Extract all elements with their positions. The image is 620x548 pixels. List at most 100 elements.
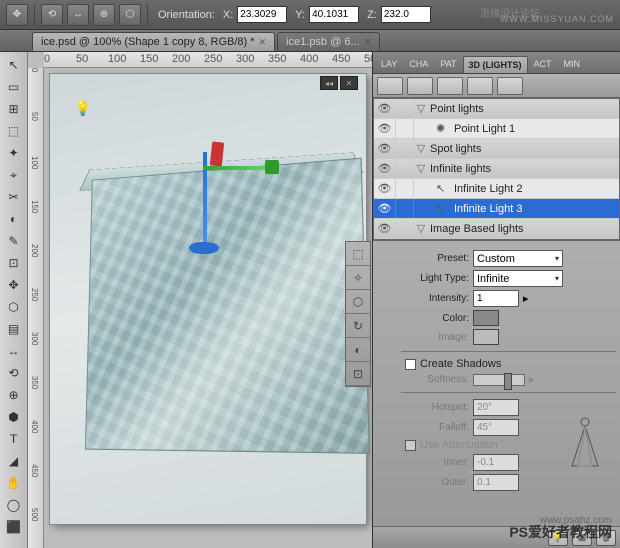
hotspot-input: 20°	[473, 399, 519, 416]
x-label: X:	[223, 9, 233, 21]
tools-palette: ↖▭⊞⬚✦⌖✂◐✎⊡✥⬡▤↔⟲⊕⬢T◢✋◯⬛	[0, 52, 28, 548]
image-swatch	[473, 329, 499, 345]
light-type-icon: ↖	[436, 202, 450, 215]
lights-scene-list[interactable]: 👁▽Point lights👁✺Point Light 1👁▽Spot ligh…	[373, 98, 620, 240]
tool-2[interactable]: ⊞	[2, 98, 26, 120]
doc-tab-1[interactable]: ice1.psb @ 6...✕	[277, 32, 380, 51]
light-side-tools: ⬚✧⬡↻◐⊡	[345, 241, 371, 387]
y-value[interactable]: 40.1031	[309, 6, 359, 23]
sub-btn-3[interactable]	[437, 77, 463, 95]
watermark-bottom: PS爱好者教程网	[509, 522, 612, 542]
tool-10[interactable]: ✥	[2, 274, 26, 296]
panel-tab-cha[interactable]: CHA	[403, 55, 434, 73]
disclosure-triangle-icon[interactable]: ▽	[414, 142, 428, 155]
mode-icon-1[interactable]: ⟲	[41, 4, 63, 26]
visibility-eye-icon[interactable]: 👁	[374, 99, 396, 118]
light-row-2[interactable]: 👁 ▽Spot lights	[374, 139, 619, 159]
light-row-0[interactable]: 👁▽Point lights	[374, 99, 619, 119]
document-canvas[interactable]: ◂◂ ✕ 💡	[50, 74, 366, 524]
tool-9[interactable]: ⊡	[2, 252, 26, 274]
light-row-1[interactable]: 👁✺Point Light 1	[374, 119, 619, 139]
panel-tab-min[interactable]: MIN	[558, 55, 587, 73]
light-tool-5[interactable]: ⊡	[346, 362, 370, 386]
tool-17[interactable]: T	[2, 428, 26, 450]
close-icon[interactable]: ✕	[259, 37, 267, 48]
disclosure-triangle-icon[interactable]: ▽	[414, 102, 428, 115]
attenuation-label: Use Attenuation	[420, 439, 498, 451]
disclosure-triangle-icon[interactable]: ▽	[414, 222, 428, 235]
visibility-eye-icon[interactable]: 👁	[374, 179, 396, 198]
tool-16[interactable]: ⬢	[2, 406, 26, 428]
light-label: Spot lights	[428, 143, 619, 155]
sub-btn-2[interactable]	[407, 77, 433, 95]
tool-11[interactable]: ⬡	[2, 296, 26, 318]
sub-btn-4[interactable]	[467, 77, 493, 95]
tool-12[interactable]: ▤	[2, 318, 26, 340]
tool-7[interactable]: ◐	[2, 208, 26, 230]
panel-tab-lay[interactable]: LAY	[375, 55, 403, 73]
x-value[interactable]: 23.3029	[237, 6, 287, 23]
z-value[interactable]: 232.0	[381, 6, 431, 23]
visibility-eye-icon[interactable]: 👁	[374, 119, 396, 138]
sub-btn-5[interactable]	[497, 77, 523, 95]
canvas-ctrl-1[interactable]: ◂◂	[320, 76, 338, 90]
visibility-eye-icon[interactable]: 👁	[374, 199, 396, 218]
close-icon[interactable]: ✕	[364, 37, 372, 48]
tool-14[interactable]: ⟲	[2, 362, 26, 384]
intensity-input[interactable]: 1	[473, 290, 519, 307]
right-panels: LAYCHAPAT3D (LIGHTS)ACTMIN 👁▽Point light…	[372, 52, 620, 548]
mode-icon-3[interactable]: ⊕	[93, 4, 115, 26]
tool-19[interactable]: ✋	[2, 472, 26, 494]
light-row-6[interactable]: 👁▽Image Based lights	[374, 219, 619, 239]
tool-3[interactable]: ⬚	[2, 120, 26, 142]
visibility-eye-icon[interactable]: 👁	[374, 159, 396, 178]
light-tool-3[interactable]: ↻	[346, 314, 370, 338]
tool-1[interactable]: ▭	[2, 76, 26, 98]
tool-15[interactable]: ⊕	[2, 384, 26, 406]
stepper-icon[interactable]: ▸	[523, 292, 529, 305]
tool-5[interactable]: ⌖	[2, 164, 26, 186]
color-swatch[interactable]	[473, 310, 499, 326]
tool-4[interactable]: ✦	[2, 142, 26, 164]
falloff-label: Falloff:	[405, 422, 469, 433]
light-row-3[interactable]: 👁▽Infinite lights	[374, 159, 619, 179]
mode-icon-2[interactable]: ↔	[67, 4, 89, 26]
canvas-area: 050100150200250300350400450500 050100150…	[28, 52, 372, 548]
visibility-eye-icon[interactable]: 👁	[374, 219, 396, 238]
mode-icon-4[interactable]: ⬡	[119, 4, 141, 26]
tool-preset-icon[interactable]: ✥	[6, 4, 28, 26]
tool-0[interactable]: ↖	[2, 54, 26, 76]
panel-tab-strip: LAYCHAPAT3D (LIGHTS)ACTMIN	[373, 52, 620, 74]
doc-tab-0[interactable]: ice.psd @ 100% (Shape 1 copy 8, RGB/8) *…	[32, 32, 275, 51]
light-tool-0[interactable]: ⬚	[346, 242, 370, 266]
light-tool-2[interactable]: ⬡	[346, 290, 370, 314]
shadows-checkbox[interactable]	[405, 359, 416, 370]
ice-cube-object[interactable]	[85, 158, 370, 454]
light-row-5[interactable]: 👁↖Infinite Light 3	[374, 199, 619, 219]
panel-tab-3d-lights-[interactable]: 3D (LIGHTS)	[463, 56, 528, 73]
softness-label: Softness:	[405, 374, 469, 385]
tool-8[interactable]: ✎	[2, 230, 26, 252]
sub-btn-1[interactable]	[377, 77, 403, 95]
orientation-label: Orientation:	[158, 9, 215, 21]
light-tool-1[interactable]: ✧	[346, 266, 370, 290]
tool-21[interactable]: ⬛	[2, 516, 26, 538]
tool-18[interactable]: ◢	[2, 450, 26, 472]
inner-label: Inner:	[405, 457, 469, 468]
panel-tab-act[interactable]: ACT	[528, 55, 558, 73]
tool-6[interactable]: ✂	[2, 186, 26, 208]
tool-13[interactable]: ↔	[2, 340, 26, 362]
shadows-label: Create Shadows	[420, 358, 501, 370]
visibility-eye-icon[interactable]: 👁	[374, 139, 396, 158]
panel-tab-pat[interactable]: PAT	[434, 55, 462, 73]
light-tool-4[interactable]: ◐	[346, 338, 370, 362]
preset-dropdown[interactable]: Custom	[473, 250, 563, 267]
tool-20[interactable]: ◯	[2, 494, 26, 516]
hotspot-label: Hotspot:	[405, 402, 469, 413]
light-type-label: Light Type:	[405, 273, 469, 284]
light-row-4[interactable]: 👁↖Infinite Light 2	[374, 179, 619, 199]
canvas-ctrl-2[interactable]: ✕	[340, 76, 358, 90]
light-properties: ⬚✧⬡↻◐⊡ Preset:Custom Light Type:Infinite…	[373, 240, 620, 526]
light-type-dropdown[interactable]: Infinite	[473, 270, 563, 287]
disclosure-triangle-icon[interactable]: ▽	[414, 162, 428, 175]
